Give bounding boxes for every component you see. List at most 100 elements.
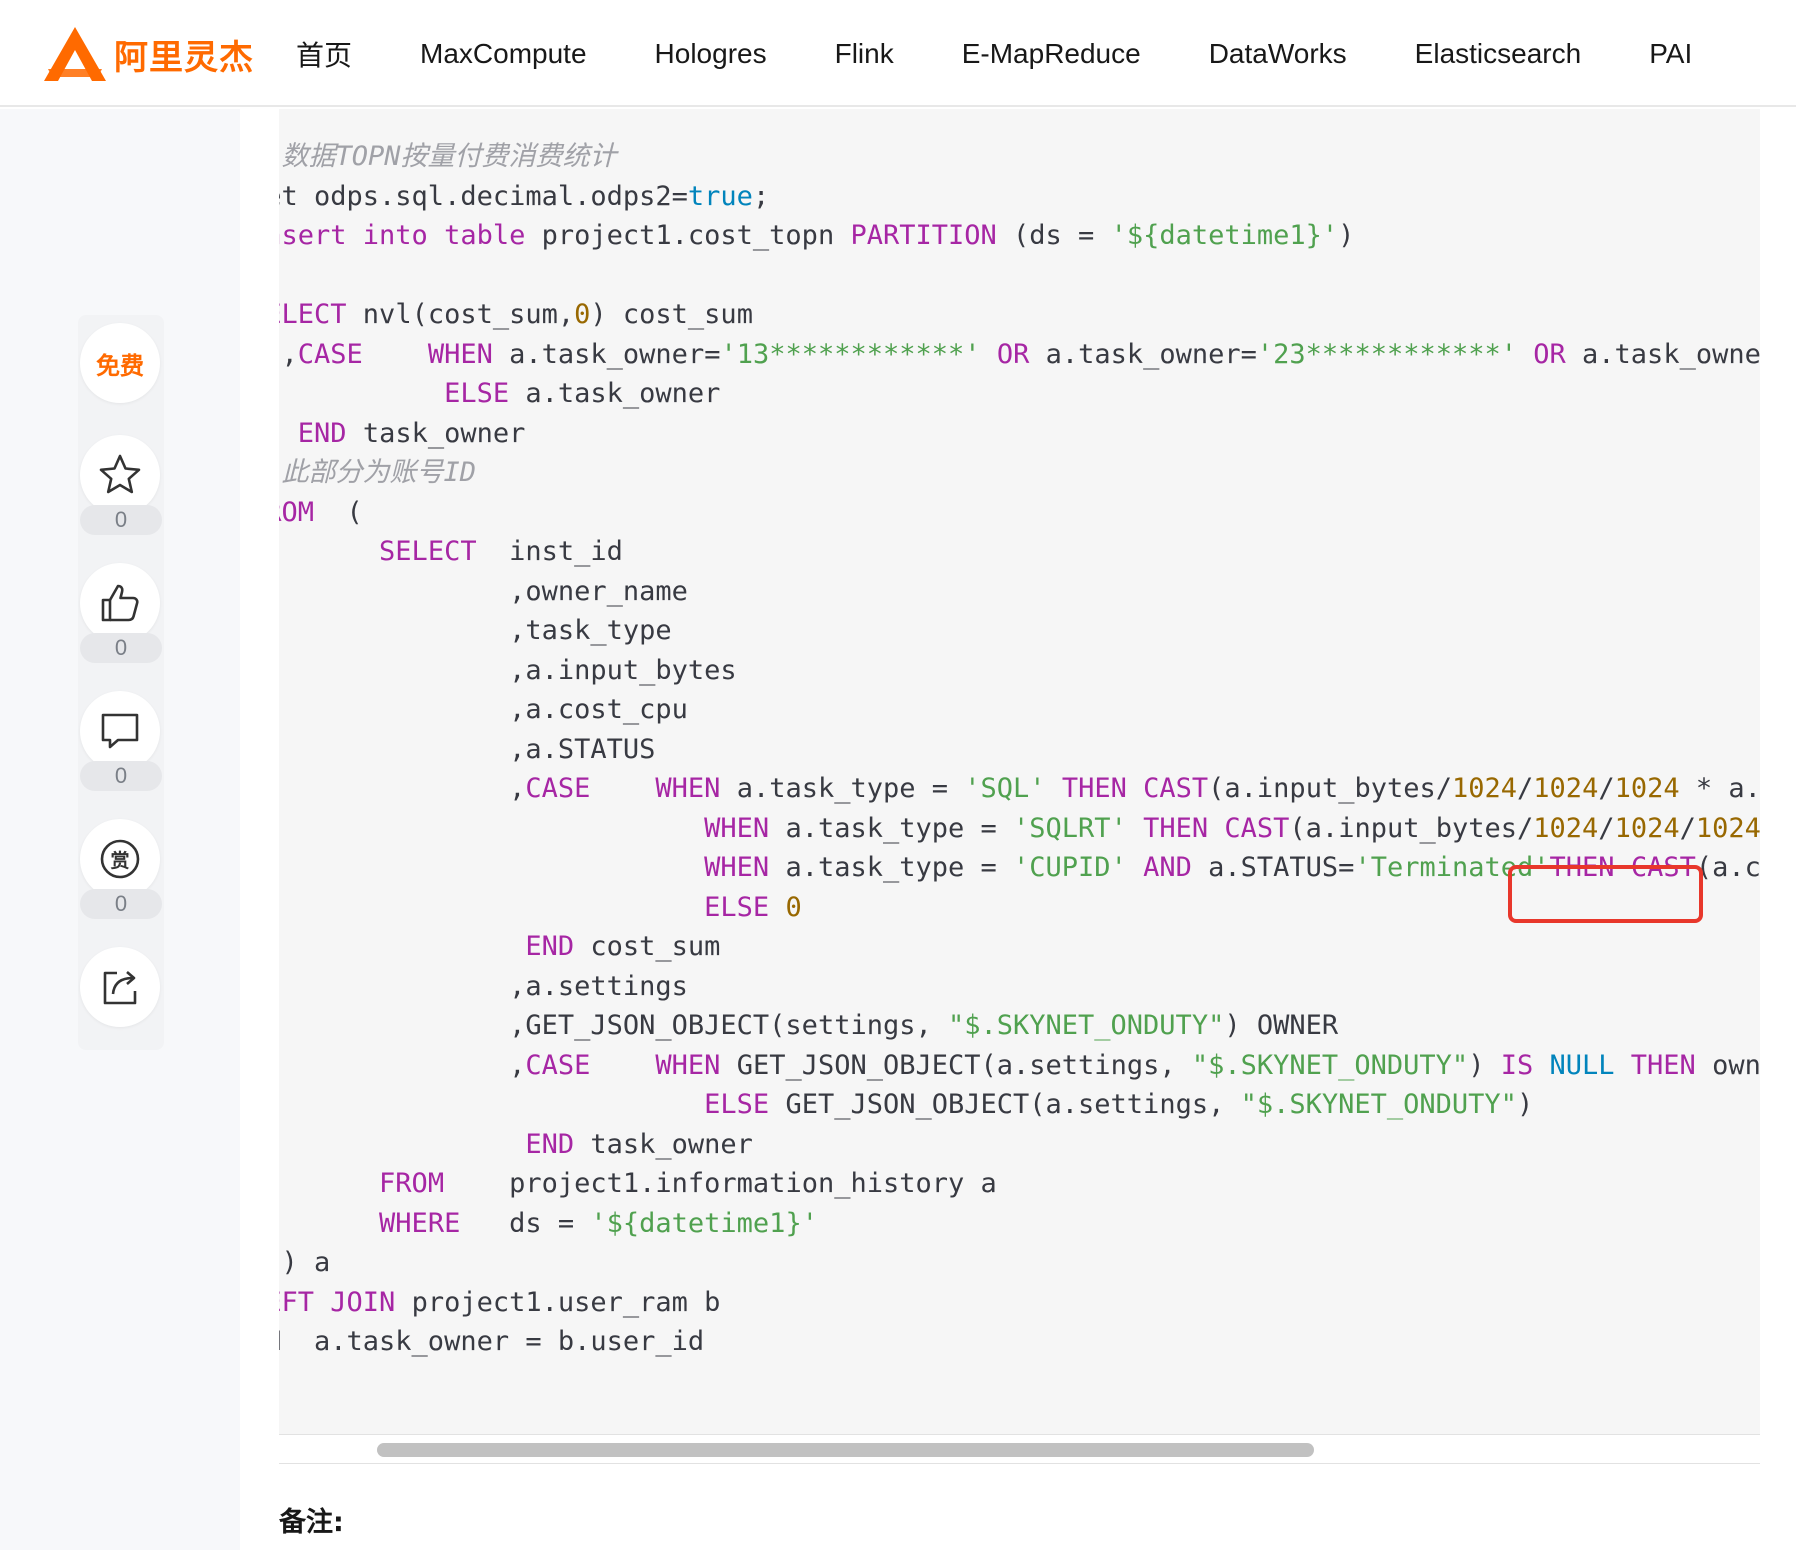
code-token: FROM	[379, 1168, 445, 1199]
code-line: WHEN a.task_type = 'SQLRT' THEN CAST(a.i…	[279, 809, 1760, 849]
code-token: ,	[281, 338, 298, 370]
code-token: ELSE	[704, 891, 770, 923]
code-token: END	[525, 931, 575, 962]
nav-item-elasticsearch[interactable]: Elasticsearch	[1415, 38, 1582, 70]
code-token: WHEN	[655, 1049, 721, 1081]
code-token: 1024	[1533, 812, 1599, 844]
code-token: task_owner	[346, 417, 526, 449]
code-horizontal-scrollbar[interactable]	[279, 1434, 1760, 1464]
code-token: a.task_type =	[720, 773, 965, 804]
code-token: 1024	[1452, 773, 1518, 804]
code-token: 1024	[1533, 773, 1599, 804]
code-line: SELECT inst_id	[279, 532, 1760, 572]
code-line: END task_owner	[279, 1125, 1760, 1165]
code-token: a.task_owner=	[1029, 338, 1257, 370]
comment-icon	[101, 713, 139, 749]
code-token: AND	[1143, 852, 1192, 883]
code-line: insert into table project1.cost_topn PAR…	[279, 216, 1760, 256]
logo[interactable]: 阿里灵杰	[42, 25, 254, 83]
nav-item-pai[interactable]: PAI	[1649, 38, 1692, 70]
code-token: ON a.task_owner = b.user_id	[279, 1326, 705, 1357]
code-token: WHEN	[704, 812, 770, 844]
code-token: CASE	[525, 1049, 591, 1081]
code-token: ) a	[281, 1247, 331, 1278]
code-token: project1.information_history a	[444, 1168, 997, 1199]
code-token: WHEN	[704, 852, 770, 883]
like-button[interactable]	[80, 563, 160, 643]
comment-button[interactable]	[80, 691, 160, 771]
reward-button[interactable]: 赏	[80, 819, 160, 899]
code-token: ,owner_name	[279, 575, 688, 607]
code-line: set odps.sql.decimal.odps2=true;	[279, 177, 1760, 217]
code-token: "$.SKYNET_ONDUTY"	[1191, 1049, 1469, 1081]
code-token: 'SQL'	[964, 773, 1046, 804]
code-token: CAST	[1143, 773, 1209, 804]
code-token: 'Terminated'	[1354, 852, 1550, 883]
code-token: (a.cost_cpu	[1695, 852, 1760, 883]
code-token: owner_name	[1712, 1049, 1760, 1081]
code-token: 1024	[1695, 812, 1760, 844]
code-token: ELSE	[444, 378, 510, 409]
code-token: inst_id	[476, 536, 623, 567]
nav-item-maxcompute[interactable]: MaxCompute	[420, 38, 587, 70]
code-line: END task_owner	[279, 414, 1760, 454]
code-token: true	[687, 180, 753, 212]
code-token: ;	[752, 180, 770, 212]
code-token: (a.input_bytes/	[1208, 773, 1452, 804]
code-token: END	[525, 1128, 575, 1160]
nav-item-flink[interactable]: Flink	[835, 38, 894, 70]
code-token: '23************'	[1256, 338, 1517, 370]
code-token: THEN	[1143, 812, 1209, 844]
code-line: ) a	[279, 1243, 1760, 1283]
code-token: ,a.settings	[279, 970, 688, 1002]
nav-item-emapreduce[interactable]: E-MapReduce	[962, 38, 1141, 70]
code-token: WHEN	[655, 773, 721, 804]
code-token: (ds =	[996, 220, 1111, 251]
code-token: 0	[574, 299, 591, 330]
code-token: CASE	[297, 338, 363, 370]
code-token: '13************'	[720, 338, 981, 370]
favorite-button[interactable]	[80, 435, 160, 515]
code-token: "$.SKYNET_ONDUTY"	[947, 1010, 1225, 1041]
share-button[interactable]	[80, 947, 160, 1027]
nav-item-home[interactable]: 首页	[296, 34, 352, 74]
code-token: END	[297, 417, 347, 449]
scrollbar-thumb[interactable]	[377, 1443, 1314, 1457]
code-token: cost_sum	[574, 931, 721, 962]
code-block[interactable]: --数据TOPN按量付费消费统计 set odps.sql.decimal.odp…	[279, 109, 1760, 1434]
code-token: project1.user_ram b	[395, 1286, 721, 1318]
code-token: ,task_type	[279, 615, 672, 646]
free-trial-button[interactable]: 免费	[80, 323, 160, 403]
code-line: ELSE GET_JSON_OBJECT(a.settings, "$.SKYN…	[279, 1085, 1760, 1125]
code-token: WHEN	[427, 338, 493, 370]
note-heading: 备注:	[279, 1507, 344, 1538]
code-line: END cost_sum	[279, 927, 1760, 967]
code-token: ,a.STATUS	[279, 733, 656, 765]
code-line: ,CASE WHEN a.task_type = 'SQL' THEN CAST…	[279, 769, 1760, 809]
code-line: ,GET_JSON_OBJECT(settings, "$.SKYNET_OND…	[279, 1006, 1760, 1046]
code-line: FROM (	[279, 493, 1760, 533]
code-token: THEN	[1061, 773, 1127, 804]
nav-item-dataworks[interactable]: DataWorks	[1209, 38, 1347, 70]
code-token: a.task_owner	[509, 378, 721, 409]
code-token: 'SQLRT'	[1013, 812, 1127, 844]
code-token: IS	[1500, 1049, 1534, 1081]
nav-item-hologres[interactable]: Hologres	[655, 38, 767, 70]
code-line: SELECT nvl(cost_sum,0) cost_sum	[279, 295, 1760, 335]
